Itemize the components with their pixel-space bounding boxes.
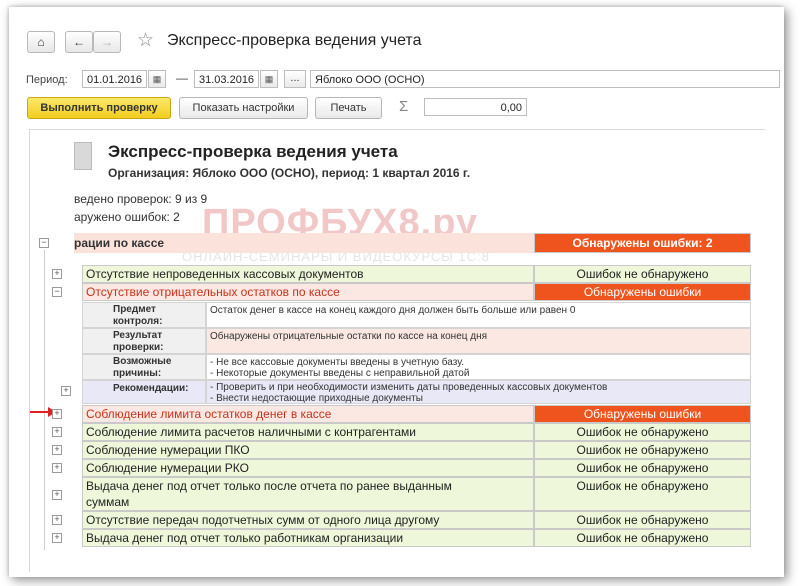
expand-icon[interactable]: + <box>52 445 62 455</box>
back-icon: ← <box>73 35 85 49</box>
check-row-label[interactable]: Отсутствие отрицательных остатков по кас… <box>82 283 534 301</box>
detail-label-line: Возможные <box>113 356 172 367</box>
check-row-status: Ошибок не обнаружено <box>534 265 751 283</box>
period-label: Период: <box>26 74 68 86</box>
check-row-status: Ошибок не обнаружено <box>534 441 751 459</box>
check-row-label[interactable]: Соблюдение лимита расчетов наличными с к… <box>82 423 534 441</box>
detail-label-line: Предмет <box>113 304 156 315</box>
detail-text: - Проверить и при необходимости изменить… <box>206 380 751 404</box>
detail-text-line: - Проверить и при необходимости изменить… <box>210 382 608 393</box>
detail-text: Остаток денег в кассе на конец каждого д… <box>206 302 751 328</box>
report-area: ПРОФБУХ8.ру ОНЛАЙН-СЕМИНАРЫ И ВИДЕОКУРСЫ… <box>29 129 765 572</box>
check-row-label[interactable]: Соблюдение нумерации РКО <box>82 459 534 477</box>
calendar-from-button[interactable]: ▦ <box>148 70 166 88</box>
home-button[interactable]: ⌂ <box>27 31 55 53</box>
expand-icon[interactable]: + <box>52 533 62 543</box>
check-row-status: Обнаружены ошибки <box>534 283 751 301</box>
sigma-icon: Σ <box>399 98 409 115</box>
detail-label-line: причины: <box>113 368 162 379</box>
show-settings-button[interactable]: Показать настройки <box>179 97 308 119</box>
red-arrow-icon <box>30 411 50 413</box>
check-row-label[interactable]: Соблюдение нумерации ПКО <box>82 441 534 459</box>
forward-button[interactable]: → <box>93 31 121 53</box>
check-row-label[interactable]: Выдача денег под отчет только работникам… <box>82 529 534 547</box>
collapse-icon[interactable]: − <box>52 287 62 297</box>
calendar-icon: ▦ <box>152 74 162 84</box>
check-row-label-line: Выдача денег под отчет только после отче… <box>86 479 452 493</box>
calendar-to-button[interactable]: ▦ <box>260 70 278 88</box>
period-dash: — <box>176 71 188 85</box>
expand-icon[interactable]: + <box>52 463 62 473</box>
run-check-button[interactable]: Выполнить проверку <box>27 97 171 119</box>
star-icon[interactable]: ☆ <box>137 29 154 52</box>
detail-text-line: - Некоторые документы введены с неправил… <box>210 368 470 379</box>
detail-label: Предмет контроля: <box>82 302 206 328</box>
expand-icon[interactable]: + <box>52 515 62 525</box>
document-icon <box>74 142 92 170</box>
checks-count: ведено проверок: 9 из 9 <box>74 192 208 206</box>
forward-icon: → <box>101 35 113 49</box>
window-title: Экспресс-проверка ведения учета <box>167 32 422 49</box>
detail-text-line: - Не все кассовые документы введены в уч… <box>210 357 465 368</box>
expand-icon[interactable]: + <box>52 269 62 279</box>
check-row-status: Ошибок не обнаружено <box>534 477 751 511</box>
detail-label: Рекомендации: <box>82 380 206 404</box>
check-row-status: Ошибок не обнаружено <box>534 423 751 441</box>
organization-field[interactable]: Яблоко ООО (ОСНО) <box>310 70 780 88</box>
detail-label-line: контроля: <box>113 316 163 327</box>
home-icon: ⌂ <box>37 35 45 49</box>
title-bar: ⌂ ← → ☆ Экспресс-проверка ведения учета <box>9 7 784 59</box>
detail-label-line: проверки: <box>113 342 164 353</box>
date-from-field[interactable]: 01.01.2016 <box>82 70 147 88</box>
calendar-icon: ▦ <box>264 74 274 84</box>
expand-icon[interactable]: + <box>52 490 62 500</box>
window-frame: ⌂ ← → ☆ Экспресс-проверка ведения учета … <box>9 7 784 577</box>
expand-icon[interactable]: + <box>61 386 71 396</box>
check-row-label-line: суммам <box>86 495 130 509</box>
check-row-status: Ошибок не обнаружено <box>534 459 751 477</box>
section-status: Обнаружены ошибки: 2 <box>534 233 751 253</box>
tree-line <box>44 250 45 550</box>
check-row-label[interactable]: Отсутствие передач подотчетных сумм от о… <box>82 511 534 529</box>
back-button[interactable]: ← <box>65 31 93 53</box>
errors-count: аружено ошибок: 2 <box>74 210 180 224</box>
detail-text: Обнаружены отрицательные остатки по касс… <box>206 328 751 354</box>
check-row-status: Ошибок не обнаружено <box>534 529 751 547</box>
detail-label-line: Результат <box>113 330 163 341</box>
section-title: рации по кассе <box>74 233 534 253</box>
detail-label: Результат проверки: <box>82 328 206 354</box>
expand-icon[interactable]: + <box>52 427 62 437</box>
check-row-label[interactable]: Соблюдение лимита остатков денег в кассе <box>82 405 534 423</box>
select-period-button[interactable]: ... <box>284 70 306 88</box>
collapse-icon[interactable]: − <box>39 238 49 248</box>
detail-label: Возможные причины: <box>82 354 206 380</box>
date-to-field[interactable]: 31.03.2016 <box>194 70 259 88</box>
detail-text-line: - Внести недостающие приходные документы <box>210 393 423 404</box>
sum-field[interactable]: 0,00 <box>424 98 527 116</box>
check-row-status: Обнаружены ошибки <box>534 405 751 423</box>
detail-text: - Не все кассовые документы введены в уч… <box>206 354 751 380</box>
check-row-label[interactable]: Отсутствие непроведенных кассовых докуме… <box>82 265 534 283</box>
report-organization: Организация: Яблоко ООО (ОСНО), период: … <box>108 166 471 180</box>
report-title: Экспресс-проверка ведения учета <box>108 142 398 161</box>
check-row-label[interactable]: Выдача денег под отчет только после отче… <box>82 477 534 511</box>
expand-icon[interactable]: + <box>52 409 62 419</box>
print-button[interactable]: Печать <box>315 97 382 119</box>
action-row: Выполнить проверку Показать настройки Пе… <box>9 95 784 123</box>
check-row-status: Ошибок не обнаружено <box>534 511 751 529</box>
period-row: Период: 01.01.2016 ▦ — 31.03.2016 ▦ ... … <box>18 68 784 92</box>
